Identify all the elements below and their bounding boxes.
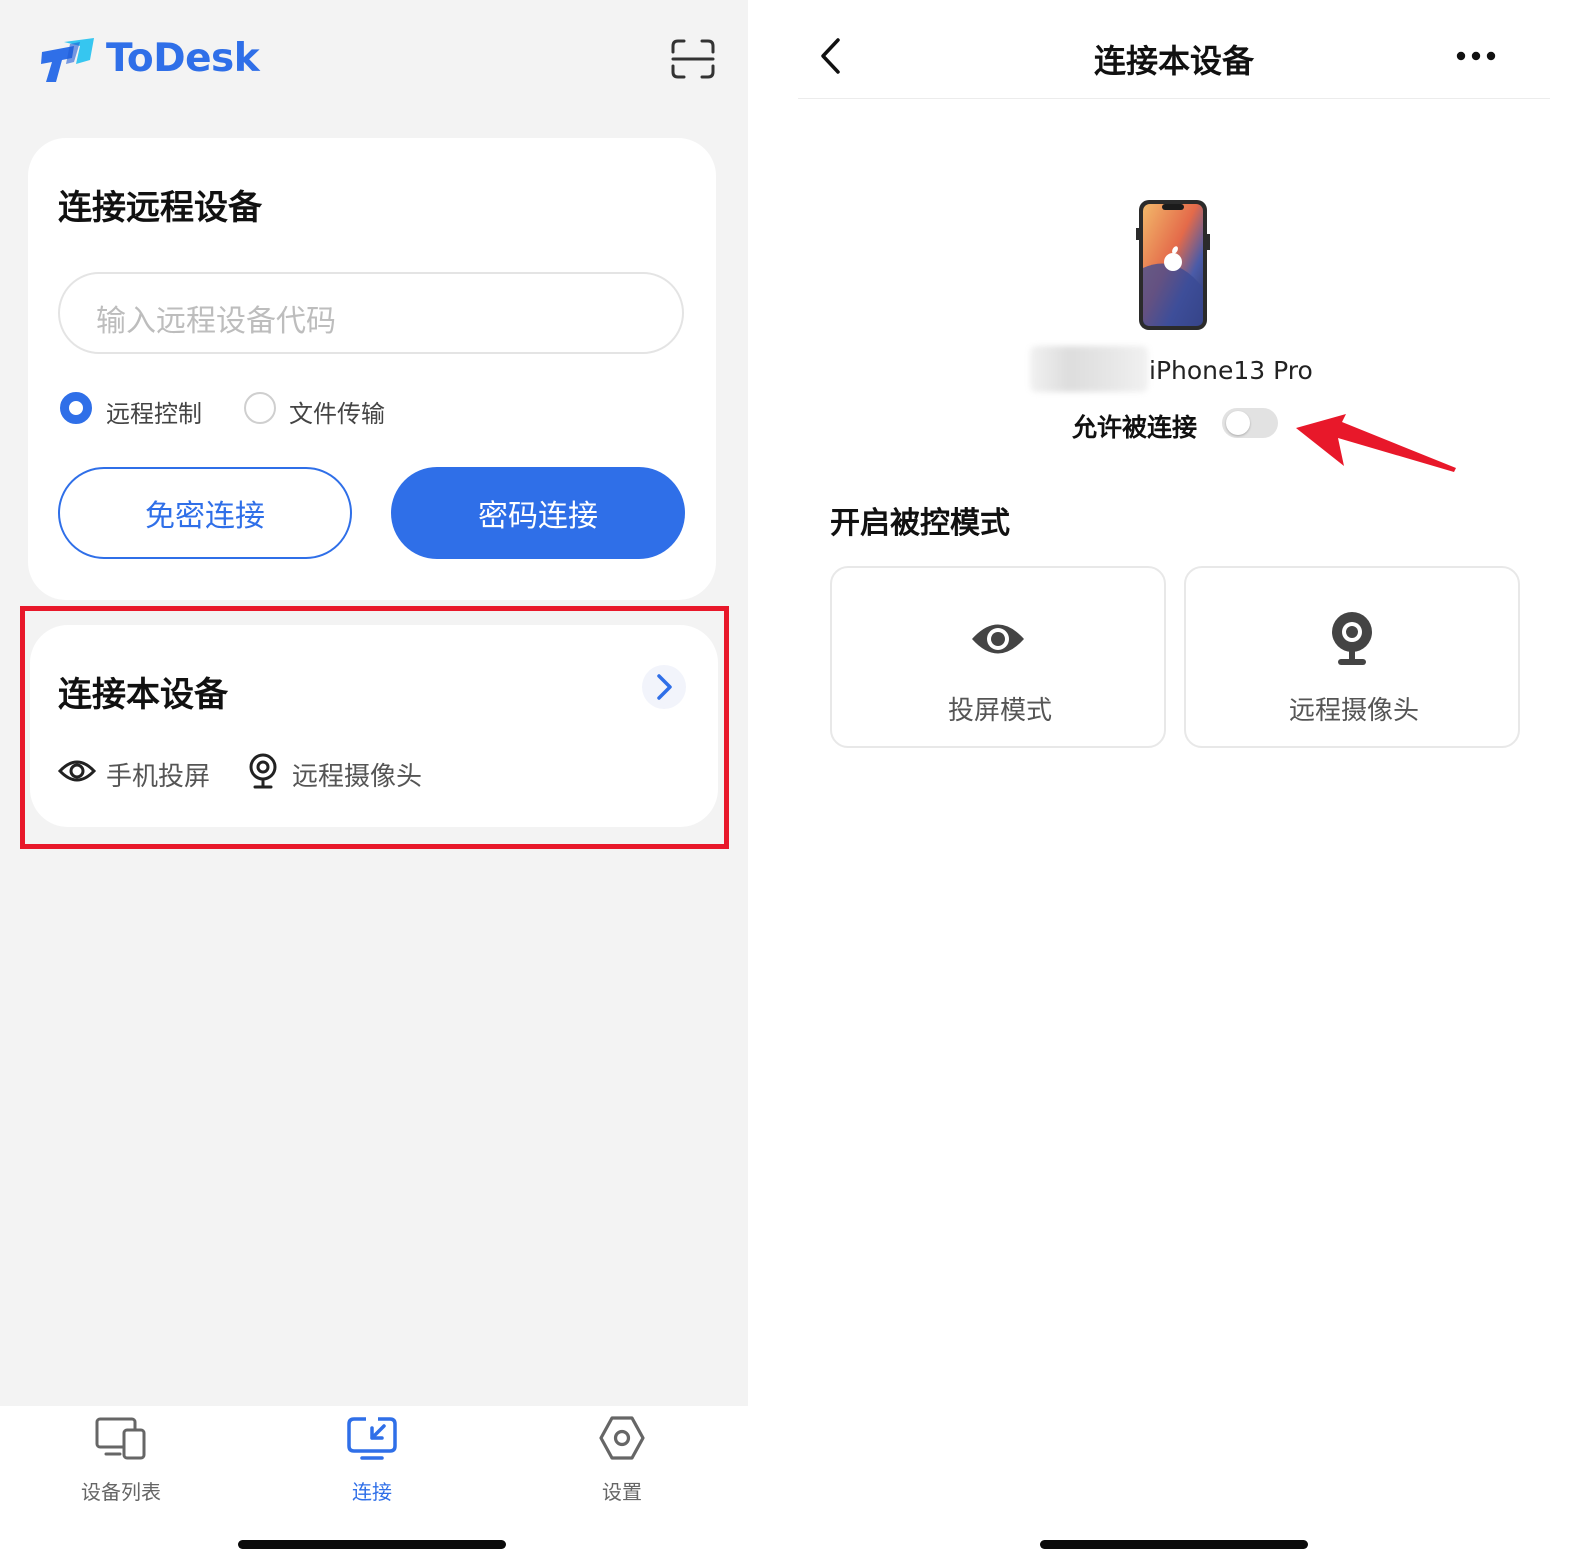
- screencast-mode-card[interactable]: 投屏模式: [830, 566, 1166, 748]
- chevron-right-icon: [657, 674, 672, 700]
- device-code-placeholder: 输入远程设备代码: [96, 304, 336, 339]
- tab-device-list[interactable]: 设备列表: [51, 1476, 191, 1505]
- more-icon[interactable]: [1454, 44, 1498, 68]
- radio-remote-control-label: 远程控制: [106, 400, 202, 428]
- settings-hex-icon[interactable]: [598, 1414, 646, 1462]
- chevron-right-button[interactable]: [642, 665, 686, 709]
- tab-connect[interactable]: 连接: [302, 1476, 442, 1505]
- phone-device-icon: [1136, 200, 1210, 330]
- connect-local-title: 连接本设备: [58, 675, 228, 715]
- webcam-icon: [1332, 612, 1372, 665]
- radio-file-transfer[interactable]: [244, 392, 276, 424]
- header-divider: [798, 98, 1550, 99]
- eye-icon: [58, 760, 96, 782]
- remote-camera-card[interactable]: 远程摄像头: [1184, 566, 1520, 748]
- toggle-knob: [1226, 411, 1250, 435]
- no-password-connect-button[interactable]: 免密连接: [58, 467, 352, 559]
- home-indicator: [1040, 1540, 1308, 1549]
- app-name: ToDesk: [106, 36, 260, 81]
- radio-remote-control[interactable]: [60, 392, 92, 424]
- page-title: 连接本设备: [1093, 42, 1254, 80]
- todesk-home-screen: ToDesk 连接远程设备 输入远程设备代码 远程控制 文件传输 免密连接 密码…: [0, 0, 748, 1560]
- todesk-logo-icon: [41, 38, 94, 82]
- devices-icon[interactable]: [94, 1416, 148, 1460]
- section-title: 开启被控模式: [830, 506, 1010, 541]
- blurred-owner-name: [1030, 346, 1148, 392]
- phone-screencast-label: 手机投屏: [106, 762, 211, 792]
- highlight-box: [20, 606, 729, 849]
- screencast-mode-label: 投屏模式: [947, 696, 1052, 726]
- remote-camera-label: 远程摄像头: [292, 762, 423, 792]
- scan-qr-icon[interactable]: [670, 38, 716, 80]
- tab-settings[interactable]: 设置: [552, 1476, 692, 1505]
- remote-camera-label: 远程摄像头: [1288, 696, 1419, 726]
- allow-connect-label: 允许被连接: [1072, 413, 1198, 442]
- password-connect-button[interactable]: 密码连接: [391, 467, 685, 559]
- connect-local-screen: 连接本设备 iPhone13 Pro 允许被连接 开启被控模式 投屏模式 远程摄…: [798, 0, 1550, 1560]
- red-arrow-annotation: [1296, 414, 1456, 472]
- eye-icon: [972, 624, 1024, 654]
- webcam-icon: [249, 753, 277, 789]
- connect-screen-icon[interactable]: [346, 1416, 398, 1462]
- radio-file-transfer-label: 文件传输: [289, 400, 385, 428]
- device-name: iPhone13 Pro: [1149, 356, 1313, 385]
- home-indicator: [238, 1540, 506, 1549]
- connect-remote-title: 连接远程设备: [58, 188, 262, 228]
